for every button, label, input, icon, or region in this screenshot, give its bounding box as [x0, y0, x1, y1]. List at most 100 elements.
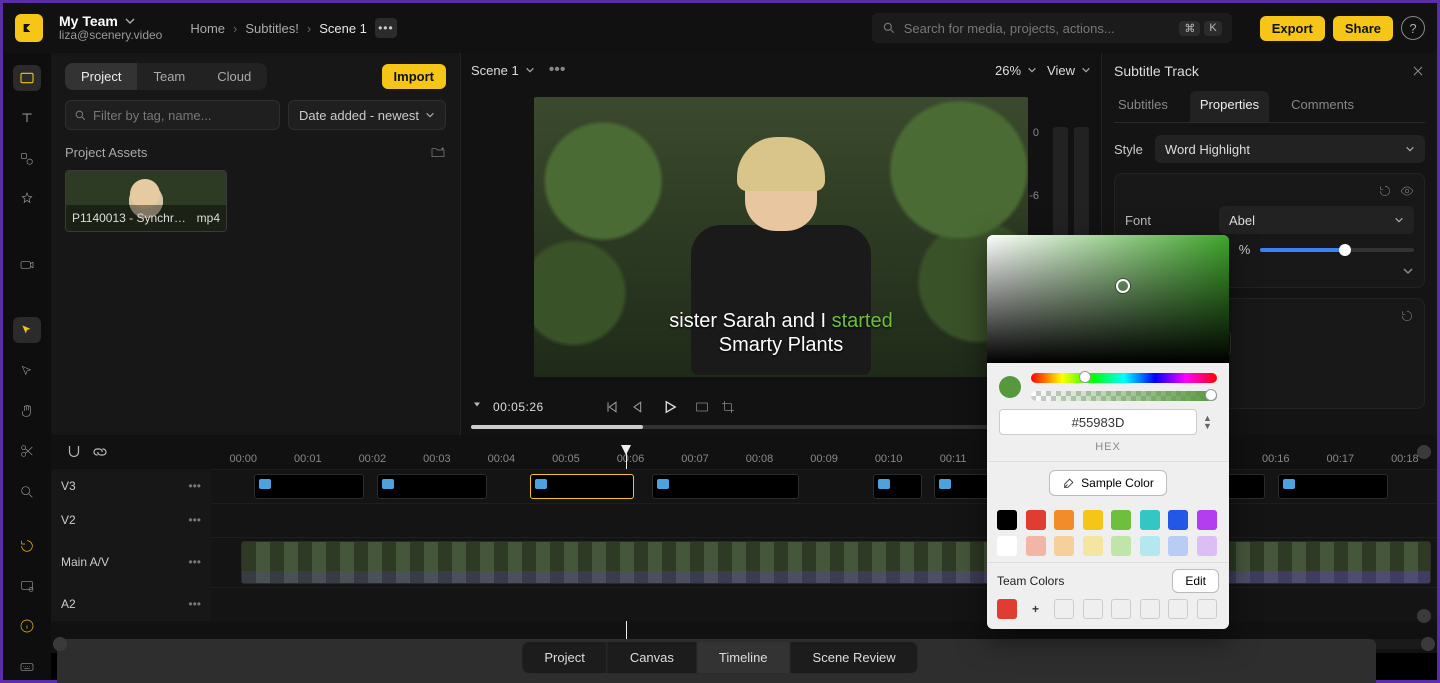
- tab-comments[interactable]: Comments: [1287, 91, 1358, 122]
- add-team-color-button[interactable]: +: [1026, 599, 1046, 619]
- breadcrumb-item[interactable]: Home: [190, 21, 225, 36]
- link-icon[interactable]: [91, 443, 109, 461]
- font-select[interactable]: Abel: [1219, 206, 1414, 234]
- zoom-select[interactable]: 26%: [995, 63, 1037, 78]
- subtitle-clip[interactable]: [377, 474, 487, 499]
- scene-more-button[interactable]: •••: [549, 61, 566, 79]
- palette-swatch[interactable]: [1054, 510, 1074, 530]
- track-body-v3[interactable]: [211, 469, 1437, 503]
- font-size-slider[interactable]: [1260, 248, 1414, 252]
- subtitle-clip[interactable]: [254, 474, 364, 499]
- edit-team-colors-button[interactable]: Edit: [1172, 569, 1219, 593]
- subtitle-clip[interactable]: [873, 474, 922, 499]
- palette-swatch[interactable]: [1168, 536, 1188, 556]
- track-label-a2[interactable]: A2•••: [51, 587, 211, 621]
- team-block[interactable]: My Team liza@scenery.video: [59, 14, 162, 43]
- record-tool-icon[interactable]: [13, 252, 41, 278]
- palette-swatch[interactable]: [997, 510, 1017, 530]
- chevron-down-icon[interactable]: [1402, 265, 1414, 277]
- sv-canvas[interactable]: [987, 235, 1229, 363]
- asset-item[interactable]: P1140013 - Synchr… mp4: [65, 170, 227, 232]
- media-tool-icon[interactable]: [13, 65, 41, 91]
- palette-swatch[interactable]: [1054, 536, 1074, 556]
- help-icon[interactable]: ?: [1401, 16, 1425, 40]
- team-swatch-empty[interactable]: [1054, 599, 1074, 619]
- tab-cloud[interactable]: Cloud: [201, 63, 267, 90]
- visibility-icon[interactable]: [1400, 184, 1414, 198]
- keyboard-tool-icon[interactable]: [13, 654, 41, 680]
- text-tool-icon[interactable]: [13, 105, 41, 131]
- time-ruler[interactable]: 00:0000:0100:0200:0300:0400:0500:0600:07…: [211, 435, 1437, 469]
- palette-swatch[interactable]: [1197, 510, 1217, 530]
- track-body-v2[interactable]: [211, 503, 1437, 537]
- hand-tool-icon[interactable]: [13, 398, 41, 424]
- main-clip[interactable]: [241, 541, 1431, 584]
- tab-canvas-mode[interactable]: Canvas: [608, 642, 697, 673]
- reset-icon[interactable]: [1378, 184, 1392, 198]
- share-button[interactable]: Share: [1333, 16, 1393, 41]
- close-icon[interactable]: [1411, 64, 1425, 78]
- timeline-knob[interactable]: [1417, 445, 1431, 459]
- tab-subtitles[interactable]: Subtitles: [1114, 91, 1172, 122]
- crop-icon[interactable]: [720, 399, 736, 415]
- sample-color-button[interactable]: Sample Color: [1049, 470, 1167, 496]
- history-tool-icon[interactable]: [13, 533, 41, 559]
- prev-frame-icon[interactable]: [630, 399, 646, 415]
- palette-swatch[interactable]: [1140, 536, 1160, 556]
- zoom-tool-icon[interactable]: [13, 478, 41, 504]
- new-folder-icon[interactable]: [430, 144, 446, 160]
- view-select[interactable]: View: [1047, 63, 1091, 78]
- breadcrumb-more-button[interactable]: •••: [375, 18, 397, 38]
- subtitle-clip[interactable]: [1278, 474, 1388, 499]
- track-label-v3[interactable]: V3•••: [51, 469, 211, 503]
- timeline-knob[interactable]: [1417, 609, 1431, 623]
- info-tool-icon[interactable]: [13, 613, 41, 639]
- palette-swatch[interactable]: [1111, 510, 1131, 530]
- team-swatch-empty[interactable]: [1140, 599, 1160, 619]
- palette-swatch[interactable]: [1168, 510, 1188, 530]
- tab-team[interactable]: Team: [137, 63, 201, 90]
- track-label-v2[interactable]: V2•••: [51, 503, 211, 537]
- magnet-icon[interactable]: [65, 443, 83, 461]
- style-select[interactable]: Word Highlight: [1155, 135, 1425, 163]
- import-button[interactable]: Import: [382, 64, 446, 89]
- subtitle-clip[interactable]: [530, 474, 634, 499]
- asset-filter-input[interactable]: Filter by tag, name...: [65, 100, 280, 130]
- cut-tool-icon[interactable]: [13, 438, 41, 464]
- global-search[interactable]: Search for media, projects, actions... ⌘…: [872, 13, 1232, 43]
- direct-select-tool-icon[interactable]: [13, 357, 41, 383]
- marker-icon[interactable]: [471, 401, 483, 413]
- safe-zone-icon[interactable]: [694, 399, 710, 415]
- tab-project-mode[interactable]: Project: [522, 642, 607, 673]
- palette-swatch[interactable]: [1140, 510, 1160, 530]
- play-button[interactable]: [656, 393, 684, 421]
- hue-slider[interactable]: [1031, 373, 1217, 383]
- picker-hex-input[interactable]: #55983D: [999, 409, 1197, 435]
- breadcrumb-item[interactable]: Subtitles!: [245, 21, 298, 36]
- palette-swatch[interactable]: [1197, 536, 1217, 556]
- alpha-slider[interactable]: [1031, 391, 1217, 401]
- palette-swatch[interactable]: [1083, 536, 1103, 556]
- team-swatch-empty[interactable]: [1083, 599, 1103, 619]
- palette-swatch[interactable]: [1083, 510, 1103, 530]
- tab-project[interactable]: Project: [65, 63, 137, 90]
- reset-icon[interactable]: [1400, 309, 1414, 323]
- palette-swatch[interactable]: [1026, 510, 1046, 530]
- app-logo[interactable]: [15, 14, 43, 42]
- presence-tool-icon[interactable]: [13, 573, 41, 599]
- team-swatch[interactable]: [997, 599, 1017, 619]
- track-body-main[interactable]: [211, 537, 1437, 587]
- sv-cursor[interactable]: [1116, 279, 1130, 293]
- format-toggle[interactable]: ▲▼: [1203, 414, 1217, 430]
- tab-review-mode[interactable]: Scene Review: [791, 642, 918, 673]
- skip-back-icon[interactable]: [604, 399, 620, 415]
- effects-tool-icon[interactable]: [13, 186, 41, 212]
- team-swatch-empty[interactable]: [1111, 599, 1131, 619]
- palette-swatch[interactable]: [1111, 536, 1131, 556]
- track-label-main[interactable]: Main A/V•••: [51, 537, 211, 587]
- team-swatch-empty[interactable]: [1168, 599, 1188, 619]
- tab-timeline-mode[interactable]: Timeline: [697, 642, 791, 673]
- palette-swatch[interactable]: [997, 536, 1017, 556]
- select-tool-icon[interactable]: [13, 317, 41, 343]
- team-swatch-empty[interactable]: [1197, 599, 1217, 619]
